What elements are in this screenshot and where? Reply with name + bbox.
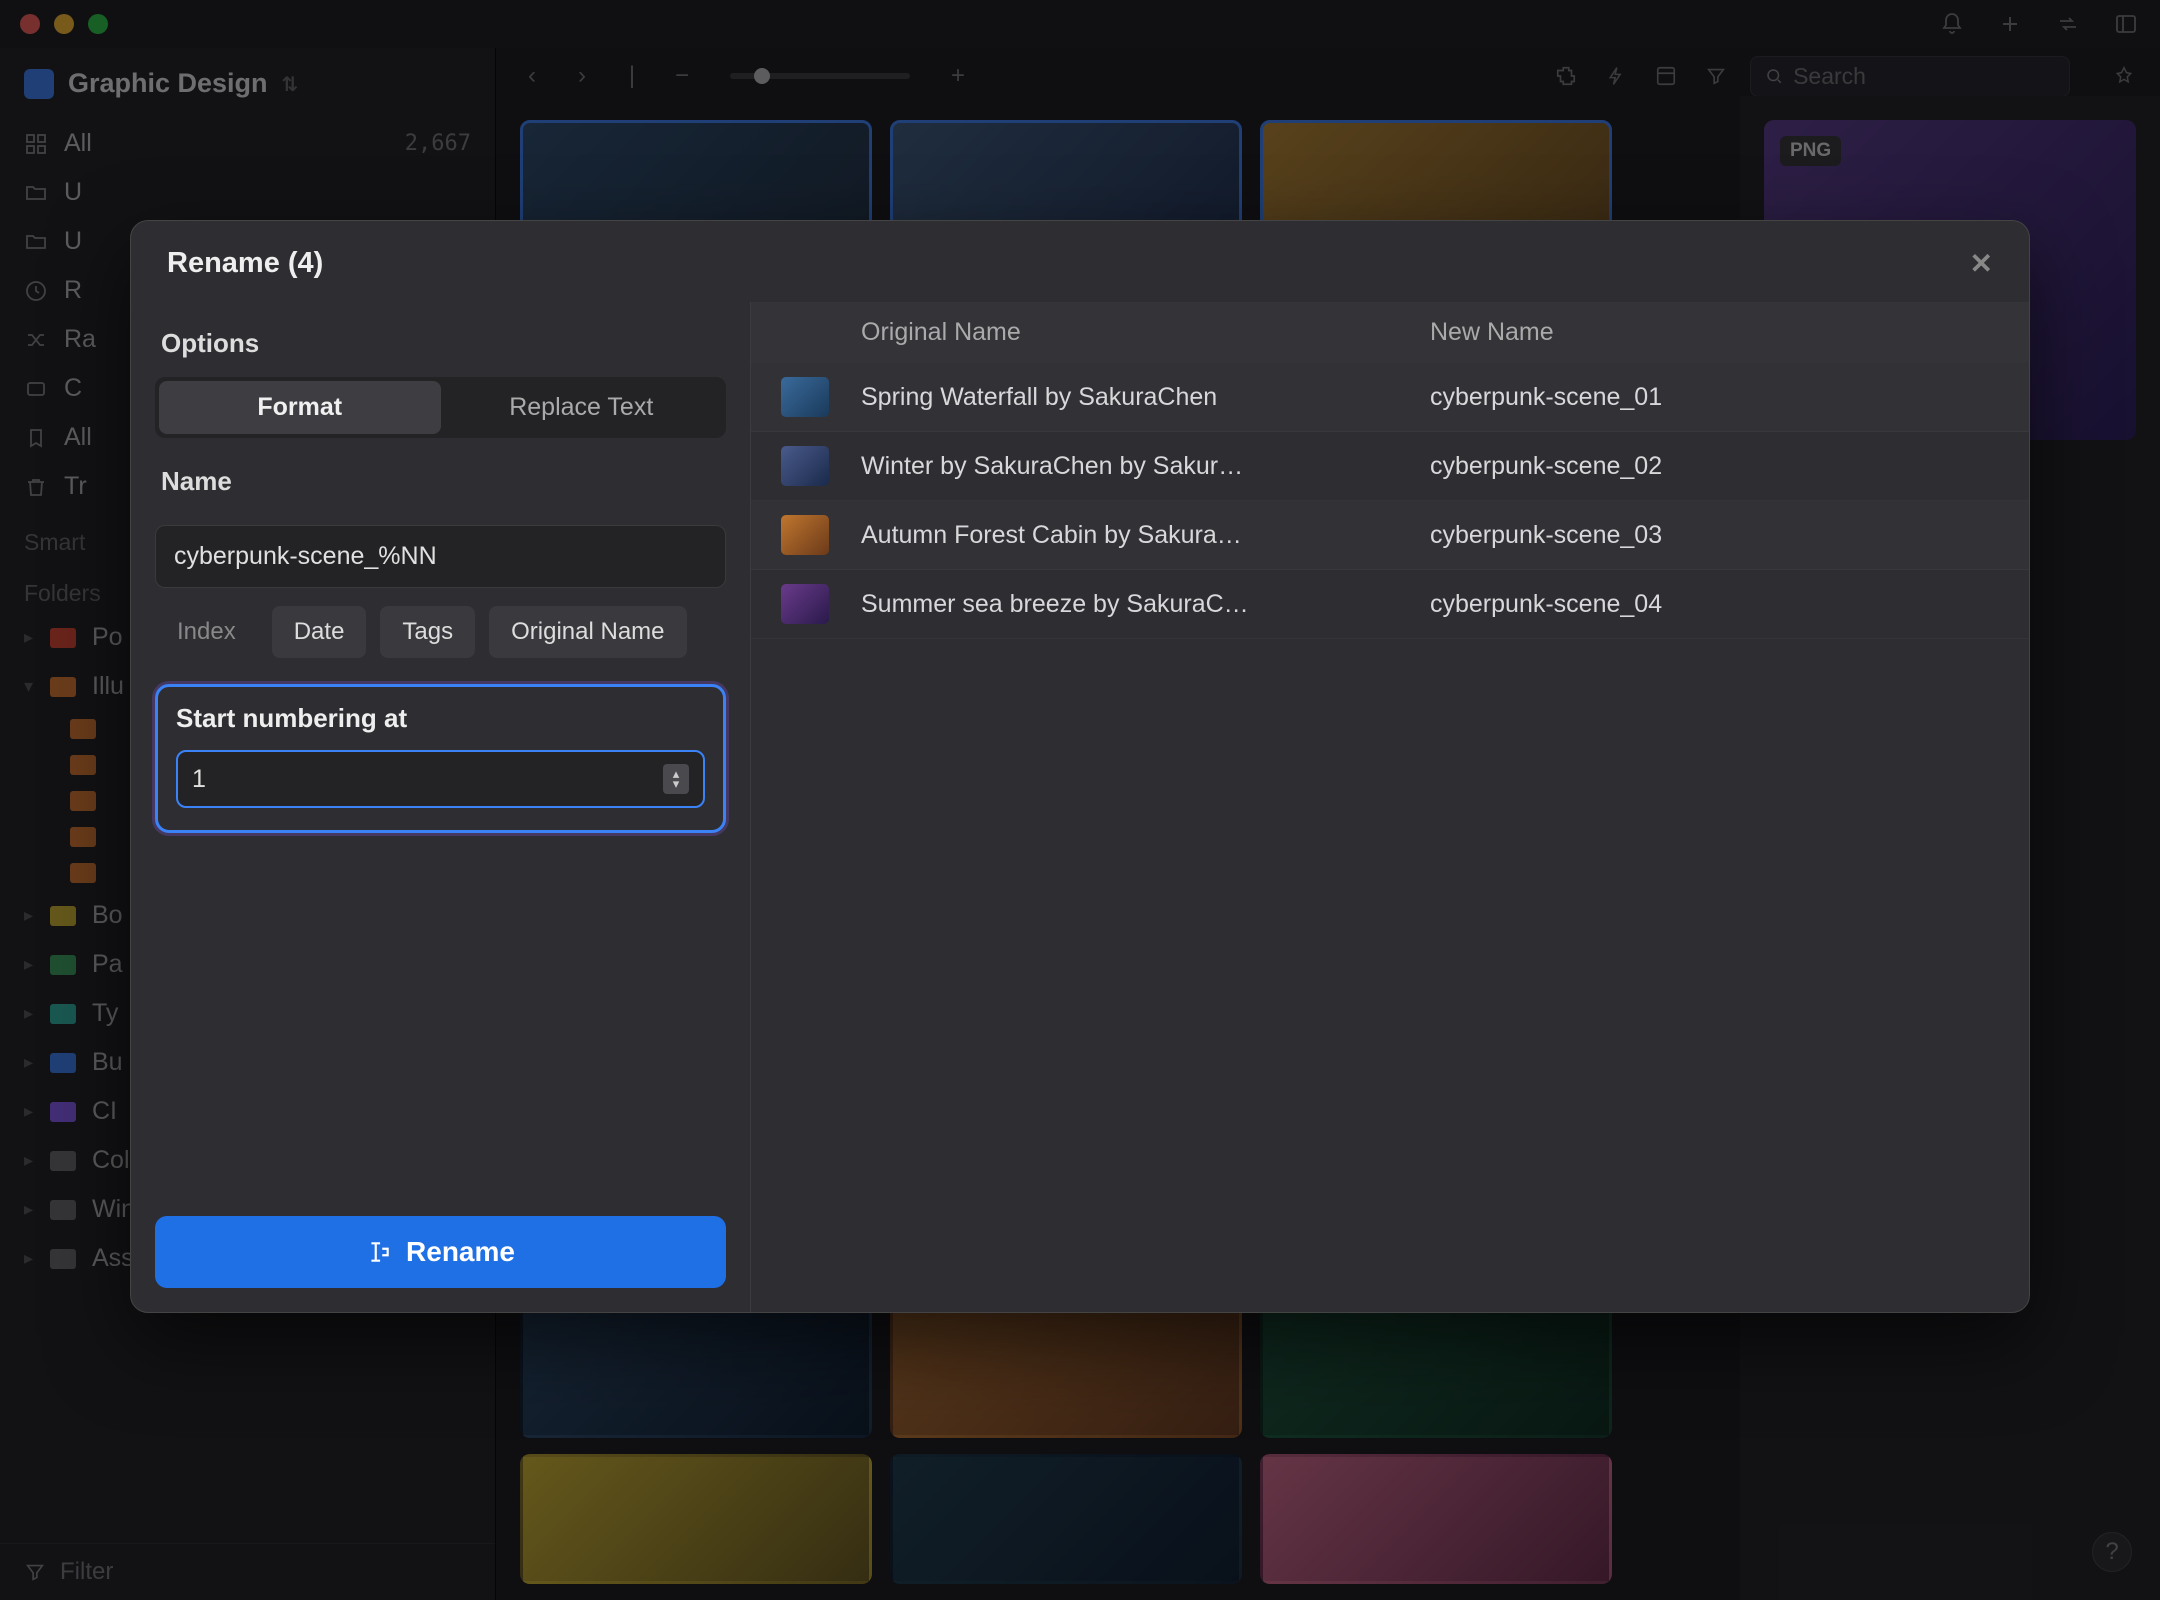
preview-row[interactable]: Spring Waterfall by SakuraChen cyberpunk… [751, 363, 2029, 432]
rename-preview-panel: Original Name New Name Spring Waterfall … [751, 302, 2029, 1312]
mode-segmented-control: Format Replace Text [155, 377, 726, 438]
rename-dialog: Rename (4) ✕ Options Format Replace Text… [130, 220, 2030, 1313]
name-pattern-input[interactable] [155, 525, 726, 588]
preview-row[interactable]: Autumn Forest Cabin by Sakura… cyberpunk… [751, 501, 2029, 570]
token-date[interactable]: Date [272, 606, 367, 658]
options-heading: Options [161, 328, 720, 359]
modal-overlay: Rename (4) ✕ Options Format Replace Text… [0, 0, 2160, 1600]
row-new: cyberpunk-scene_04 [1430, 590, 1999, 619]
row-thumb [781, 446, 829, 486]
preview-header: Original Name New Name [751, 302, 2029, 363]
start-numbering-region: Start numbering at ▴ ▾ [155, 684, 726, 833]
rename-icon [366, 1239, 392, 1265]
token-tags[interactable]: Tags [380, 606, 475, 658]
preview-row[interactable]: Winter by SakuraChen by Sakur… cyberpunk… [751, 432, 2029, 501]
tab-format[interactable]: Format [159, 381, 441, 434]
row-orig: Summer sea breeze by SakuraC… [861, 590, 1430, 619]
dialog-title: Rename (4) [167, 247, 323, 280]
row-new: cyberpunk-scene_01 [1430, 383, 1999, 412]
token-index[interactable]: Index [155, 606, 258, 658]
row-new: cyberpunk-scene_03 [1430, 521, 1999, 550]
name-heading: Name [161, 466, 720, 497]
token-original-name[interactable]: Original Name [489, 606, 686, 658]
row-orig: Winter by SakuraChen by Sakur… [861, 452, 1430, 481]
number-stepper[interactable]: ▴ ▾ [663, 764, 689, 794]
row-thumb [781, 515, 829, 555]
stepper-down-icon: ▾ [673, 779, 680, 789]
rename-button-label: Rename [406, 1236, 515, 1268]
col-new-name: New Name [1430, 318, 1999, 347]
start-numbering-label: Start numbering at [176, 703, 705, 734]
row-new: cyberpunk-scene_02 [1430, 452, 1999, 481]
preview-row[interactable]: Summer sea breeze by SakuraC… cyberpunk-… [751, 570, 2029, 639]
row-thumb [781, 377, 829, 417]
row-orig: Spring Waterfall by SakuraChen [861, 383, 1430, 412]
tab-replace-text[interactable]: Replace Text [441, 381, 723, 434]
close-icon[interactable]: ✕ [1970, 247, 1993, 280]
token-buttons: Index Date Tags Original Name [155, 606, 726, 658]
rename-options-panel: Options Format Replace Text Name Index D… [131, 302, 751, 1312]
col-original-name: Original Name [861, 318, 1430, 347]
rename-button[interactable]: Rename [155, 1216, 726, 1288]
row-thumb [781, 584, 829, 624]
start-number-input[interactable] [192, 765, 663, 794]
row-orig: Autumn Forest Cabin by Sakura… [861, 521, 1430, 550]
